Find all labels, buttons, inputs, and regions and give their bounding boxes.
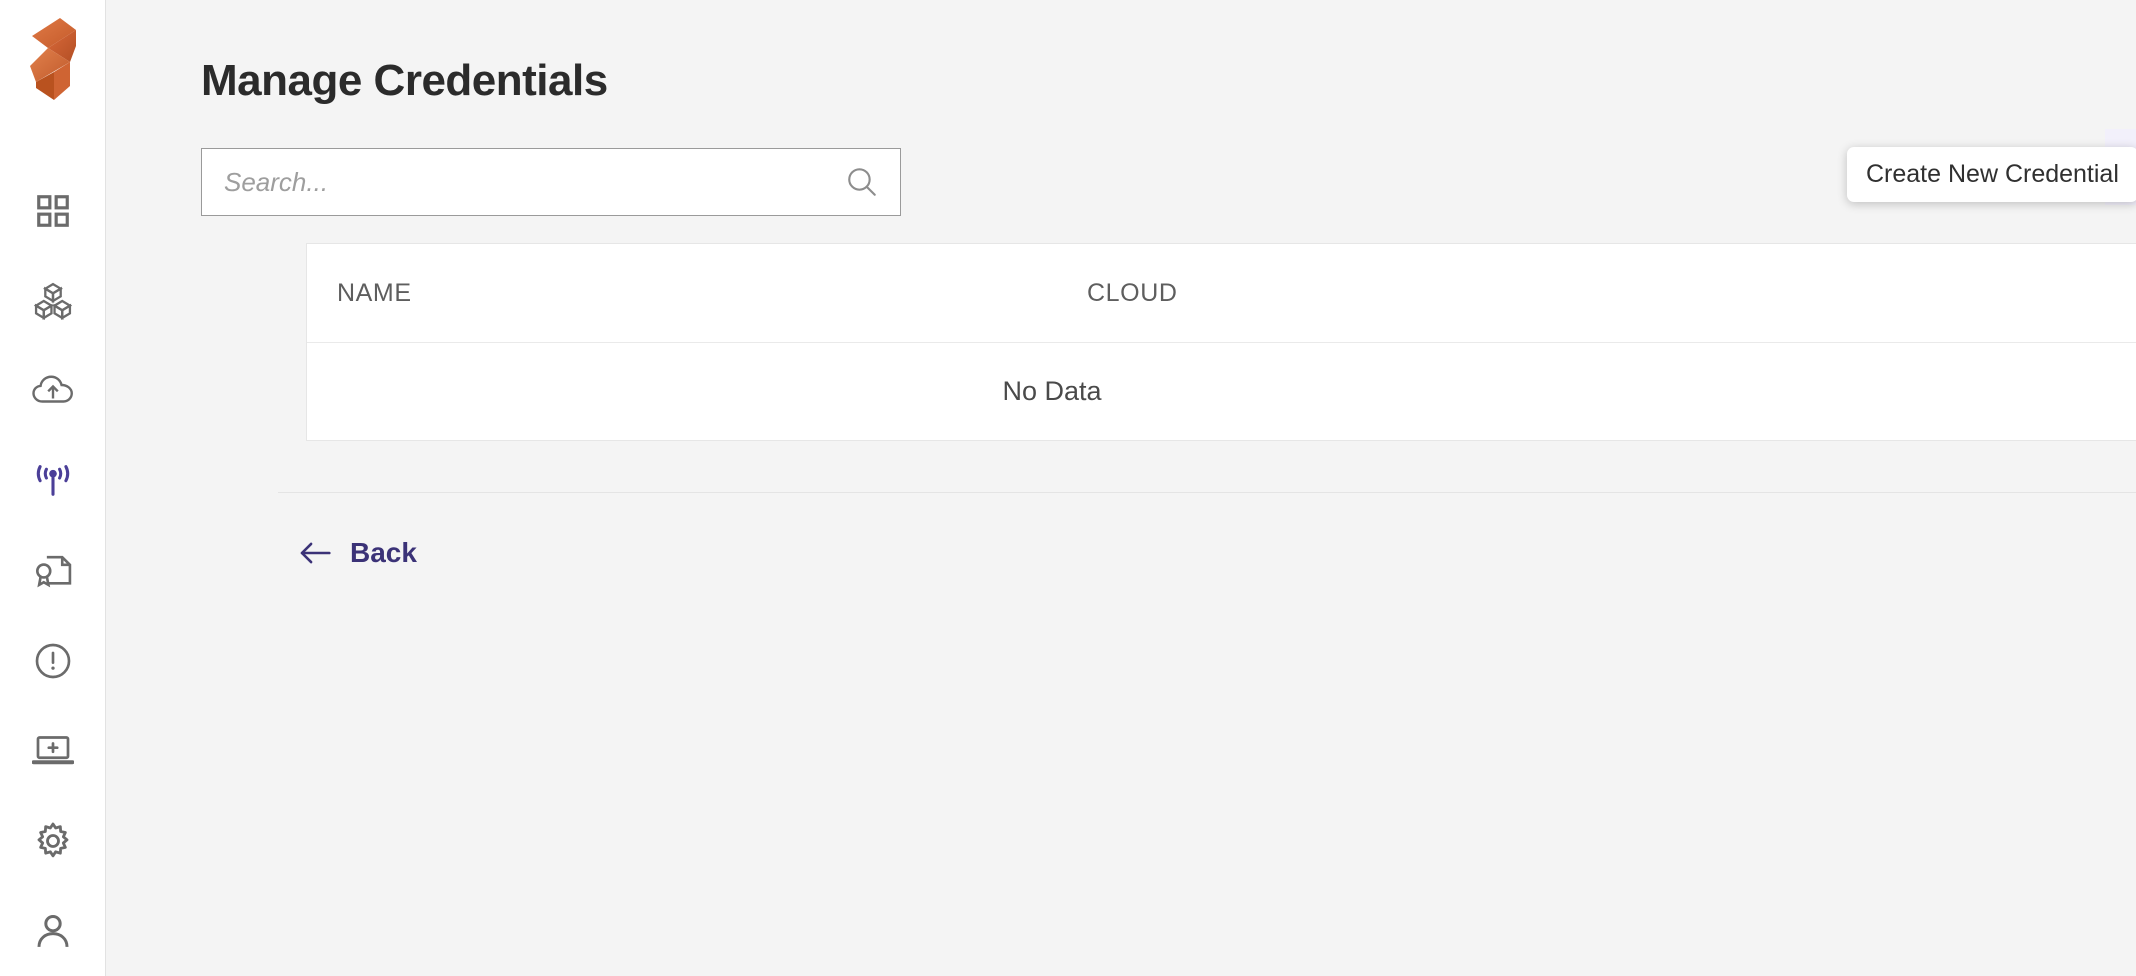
sidebar-item-settings[interactable] (0, 796, 106, 886)
column-header-name[interactable]: NAME (307, 279, 1087, 308)
sidebar-item-inventory[interactable] (0, 256, 106, 346)
user-icon (37, 914, 68, 947)
sidebar-item-credentials[interactable] (0, 526, 106, 616)
sidebar-item-account[interactable] (0, 886, 106, 976)
section-divider (278, 492, 2136, 493)
search-submit-button[interactable] (842, 162, 882, 202)
logo-ribbon-icon (29, 18, 76, 100)
sidebar-item-upload[interactable] (0, 346, 106, 436)
main-content: Manage Credentials Create New Credential… (106, 0, 2136, 976)
sidebar-item-add-device[interactable] (0, 706, 106, 796)
back-link[interactable]: Back (298, 537, 417, 569)
create-credential-tooltip: Create New Credential (1847, 147, 2136, 202)
sidebar-item-broadcast[interactable] (0, 436, 106, 526)
sidebar-item-alerts[interactable] (0, 616, 106, 706)
dashboard-grid-icon (36, 195, 69, 227)
sidebar-item-dashboard[interactable] (0, 166, 106, 256)
company-logo[interactable] (22, 14, 84, 104)
alert-circle-icon (35, 643, 70, 679)
back-link-label: Back (350, 537, 417, 568)
broadcast-antenna-icon (36, 465, 69, 496)
certificate-doc-icon (35, 555, 71, 588)
search-input[interactable] (224, 166, 842, 198)
gear-icon (37, 822, 68, 858)
cubes-stack-icon (33, 282, 72, 320)
empty-state-message: No Data (1002, 376, 1102, 406)
page-title: Manage Credentials (201, 56, 608, 105)
search-icon (848, 168, 876, 196)
sidebar (0, 0, 106, 976)
credentials-table: NAME CLOUD No Data (306, 243, 2136, 441)
search-box[interactable] (201, 148, 901, 216)
cloud-upload-icon (31, 375, 73, 403)
arrow-left-icon (300, 542, 331, 564)
laptop-plus-icon (31, 736, 74, 765)
table-header-row: NAME CLOUD (307, 244, 2136, 343)
column-header-cloud[interactable]: CLOUD (1087, 279, 1487, 308)
table-body: No Data (307, 343, 2136, 440)
app-root: Manage Credentials Create New Credential… (0, 0, 2136, 976)
